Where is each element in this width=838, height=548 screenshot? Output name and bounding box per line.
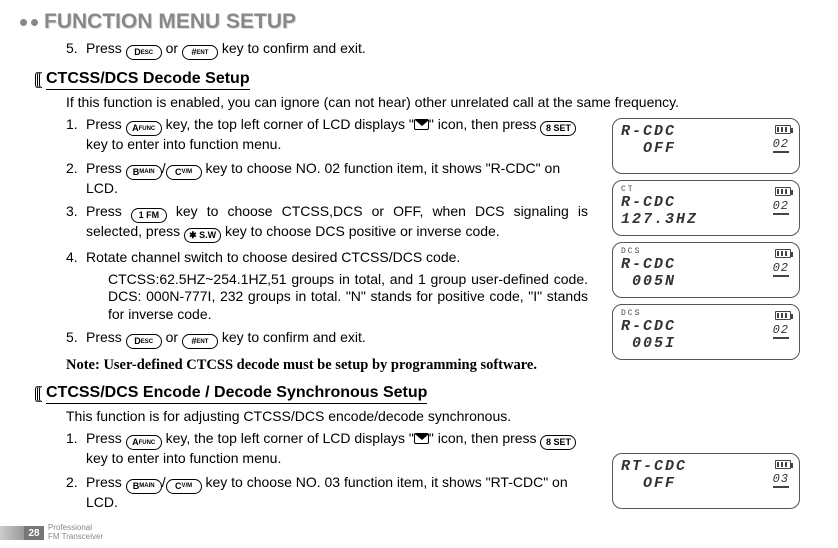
lcd-display-stack: R-CDC02 OFF CT R-CDC02 127.3HZ DCS R-CDC… [612, 118, 800, 360]
lcd-display: DCS R-CDC02 005N [612, 242, 800, 298]
signal-icon [36, 386, 42, 402]
signal-icon [36, 72, 42, 88]
battery-icon [775, 249, 791, 258]
key-a-func: AFUNC [126, 121, 162, 136]
key-8-set: 8 SET [540, 121, 576, 136]
battery-icon [775, 125, 791, 134]
lcd-display: DCS R-CDC02 005I [612, 304, 800, 360]
key-b-main: BMAIN [126, 479, 162, 494]
key-c-vm: CV/M [166, 165, 202, 180]
key-d: DESC [126, 334, 162, 349]
key-hash: #ENT [182, 334, 218, 349]
key-d: DESC [126, 45, 162, 60]
battery-icon [775, 460, 791, 469]
step-number: 5. [66, 329, 82, 349]
key-b-main: BMAIN [126, 165, 162, 180]
key-1-fm: 1 FM [131, 208, 167, 223]
lcd-display: R-CDC02 OFF [612, 118, 800, 174]
lcd-display: RT-CDC03 OFF [612, 453, 800, 509]
battery-icon [775, 311, 791, 320]
key-star-sw: ✱ S.W [184, 228, 221, 243]
step-number: 1. [66, 116, 82, 154]
page-number: 28 [24, 526, 44, 540]
key-c-vm: CV/M [166, 479, 202, 494]
step-number: 1. [66, 430, 82, 468]
section-title-sync: CTCSS/DCS Encode / Decode Synchronous Se… [46, 384, 427, 404]
key-a-func: AFUNC [126, 435, 162, 450]
mail-icon [414, 119, 429, 130]
step-number: 5. [66, 40, 82, 60]
battery-icon [775, 187, 791, 196]
step-number: 4. [66, 249, 82, 267]
section1-intro: If this function is enabled, you can ign… [66, 94, 798, 110]
step-number: 2. [66, 160, 82, 198]
mail-icon [414, 433, 429, 444]
section-title-decode: CTCSS/DCS Decode Setup [46, 70, 250, 90]
key-hash: #ENT [182, 45, 218, 60]
page-footer: 28 Professional FM Transceiver [0, 524, 103, 542]
step-number: 2. [66, 474, 82, 512]
step-number: 3. [66, 203, 82, 243]
title-bullets [20, 19, 38, 26]
lcd-display: CT R-CDC02 127.3HZ [612, 180, 800, 236]
section2-intro: This function is for adjusting CTCSS/DCS… [66, 408, 798, 424]
key-8-set: 8 SET [540, 435, 576, 450]
page-title: FUNCTION MENU SETUP [44, 10, 296, 34]
